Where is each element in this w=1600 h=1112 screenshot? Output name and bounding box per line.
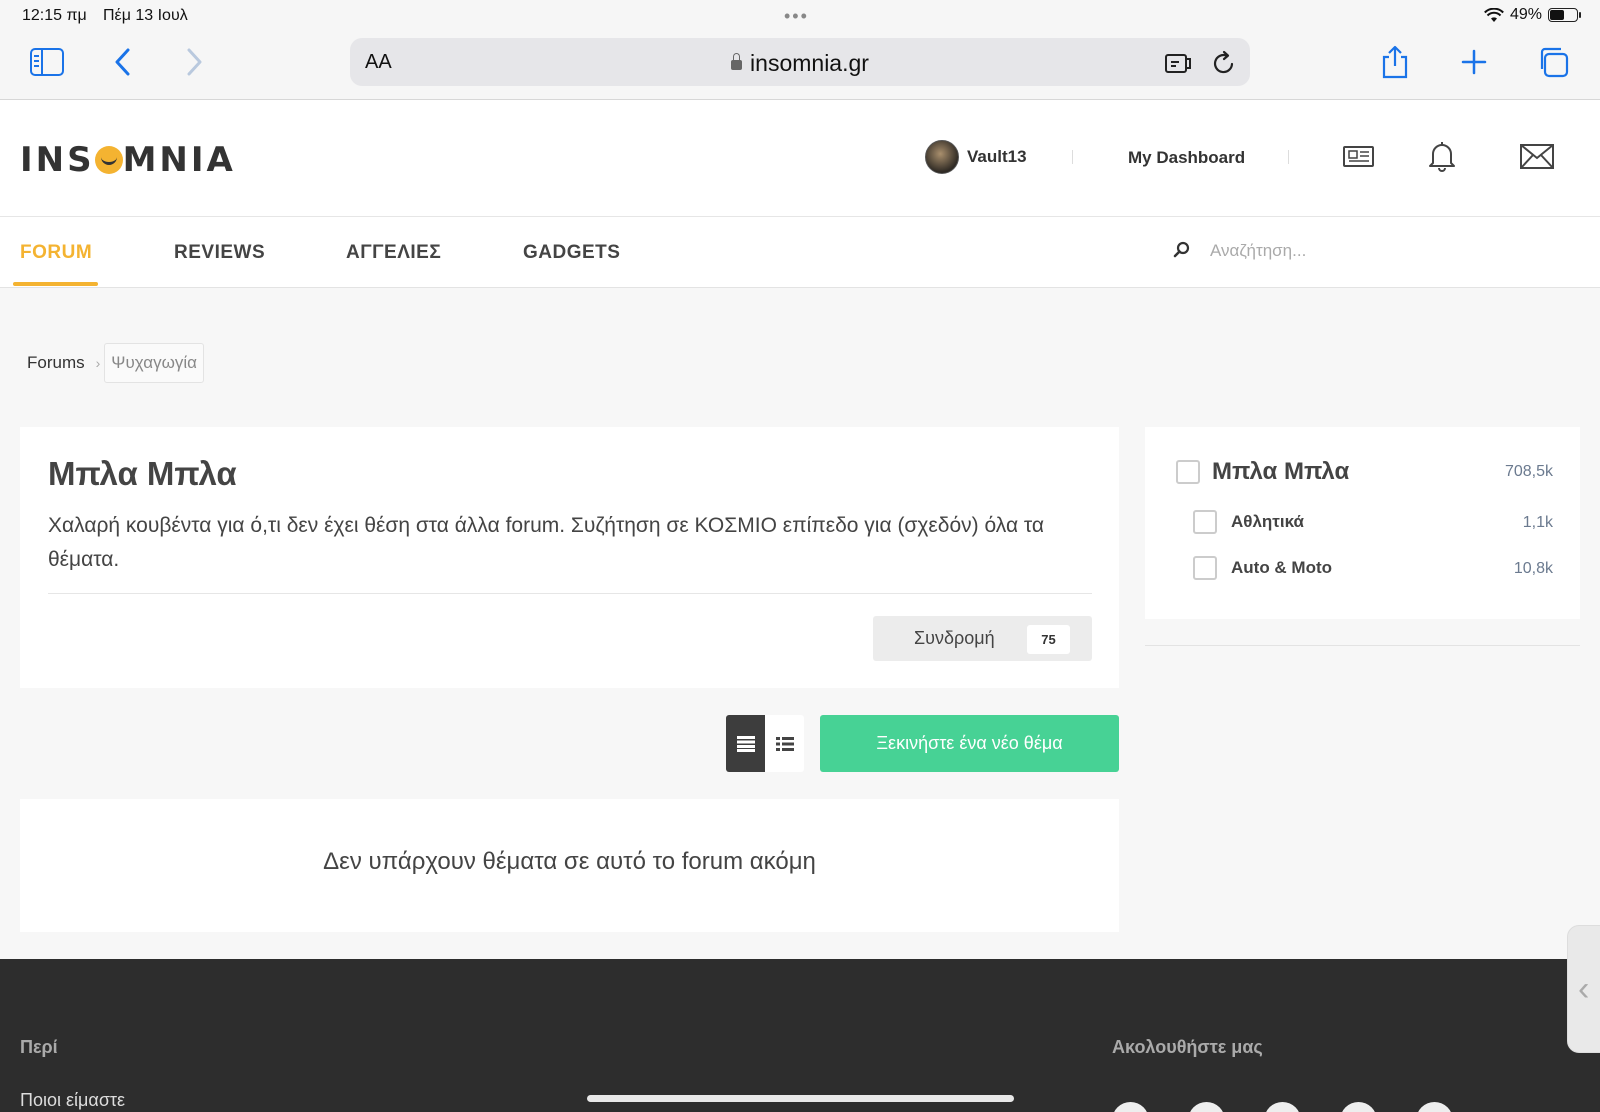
my-dashboard-link[interactable]: My Dashboard — [1128, 148, 1245, 168]
social-links — [1112, 1102, 1453, 1112]
logo-face-icon — [94, 146, 123, 174]
table-view-button[interactable] — [726, 715, 765, 772]
filter-item-label: Μπλα Μπλα — [1212, 458, 1350, 485]
wifi-icon — [1484, 7, 1504, 22]
nav-aggelies[interactable]: ΑΓΓΕΛΙΕΣ — [346, 242, 441, 264]
battery-percent: 49% — [1509, 6, 1542, 23]
nav-forum[interactable]: FORUM — [20, 242, 92, 264]
mail-icon[interactable] — [1519, 138, 1555, 174]
share-icon[interactable] — [1375, 42, 1415, 82]
browser-toolbar: AA insomnia.gr — [0, 32, 1600, 100]
topics-list-card: Δεν υπάρχουν θέματα σε αυτό το forum ακό… — [20, 799, 1119, 932]
filter-item-sports[interactable]: Αθλητικά — [1193, 510, 1304, 534]
empty-state-message: Δεν υπάρχουν θέματα σε αυτό το forum ακό… — [323, 848, 816, 875]
forum-description: Χαλαρή κουβέντα για ό,τι δεν έχει θέση σ… — [48, 514, 1045, 571]
checkbox[interactable] — [1193, 510, 1217, 534]
breadcrumb: Forums › Ψυχαγωγία — [20, 343, 204, 383]
social-icon[interactable] — [1340, 1102, 1377, 1112]
view-toggle — [726, 715, 804, 772]
reload-icon[interactable] — [1212, 50, 1236, 76]
side-panel-handle[interactable]: ‹ — [1567, 925, 1600, 1053]
footer-about-heading: Περί — [20, 1037, 58, 1057]
nav-reviews[interactable]: REVIEWS — [174, 242, 265, 264]
social-icon[interactable] — [1112, 1102, 1149, 1112]
follow-label: Συνδρομή — [914, 628, 995, 648]
site-footer: Περί Ποιοι είμαστε Ακολουθήστε μας — [0, 959, 1600, 1112]
start-new-topic-button[interactable]: Ξεκινήστε ένα νέο θέμα — [820, 715, 1119, 772]
multitasking-dots-icon[interactable]: ••• — [784, 6, 809, 27]
filter-item-count: 1,1k — [1522, 514, 1553, 531]
address-bar[interactable]: AA insomnia.gr — [350, 38, 1250, 86]
site-header: INS MNIA Vault13 My Dashboard — [0, 100, 1600, 217]
filter-item-label: Auto & Moto — [1231, 558, 1333, 577]
status-date: Πέμ 13 Ιουλ — [103, 7, 188, 24]
table-view-icon — [736, 735, 755, 752]
status-right: 49% — [1484, 6, 1581, 24]
insomnia-logo[interactable]: INS MNIA — [20, 140, 236, 180]
list-view-button[interactable] — [765, 715, 804, 772]
search-input[interactable] — [1210, 233, 1570, 269]
sidebar-divider — [1145, 645, 1580, 646]
home-indicator[interactable] — [587, 1095, 1014, 1102]
chevron-right-icon: › — [95, 355, 101, 371]
social-icon[interactable] — [1264, 1102, 1301, 1112]
status-time: 12:15 πμ — [22, 7, 87, 24]
forum-header-card: Μπλα Μπλα Χαλαρή κουβέντα για ό,τι δεν έ… — [20, 427, 1119, 688]
follower-count-badge: 75 — [1027, 625, 1070, 654]
filter-item-main[interactable]: Μπλα Μπλα — [1176, 458, 1349, 486]
sidebar-toggle-icon[interactable] — [27, 42, 67, 82]
logo-text-right: MNIA — [122, 140, 236, 180]
avatar[interactable] — [925, 140, 959, 174]
follow-button[interactable]: Συνδρομή 75 — [873, 616, 1092, 661]
header-divider — [1288, 150, 1289, 164]
social-icon[interactable] — [1416, 1102, 1453, 1112]
active-tab-indicator — [13, 282, 98, 286]
breadcrumb-current[interactable]: Ψυχαγωγία — [104, 343, 204, 383]
page-title: Μπλα Μπλα — [48, 455, 237, 492]
checkbox[interactable] — [1193, 556, 1217, 580]
divider — [48, 593, 1092, 594]
forward-icon[interactable] — [174, 42, 214, 82]
back-icon[interactable] — [103, 42, 143, 82]
filter-item-count: 708,5k — [1504, 463, 1553, 480]
filter-item-auto-moto[interactable]: Auto & Moto — [1193, 556, 1332, 580]
social-icon[interactable] — [1188, 1102, 1225, 1112]
footer-follow-heading: Ακολουθήστε μας — [1112, 1037, 1263, 1057]
extension-icon[interactable] — [1164, 50, 1194, 76]
list-view-icon — [775, 736, 794, 751]
checkbox[interactable] — [1176, 460, 1200, 484]
new-tab-icon[interactable] — [1454, 42, 1494, 82]
chevron-left-icon: ‹ — [1578, 969, 1590, 1008]
url-text: insomnia.gr — [750, 50, 869, 76]
username[interactable]: Vault13 — [967, 147, 1027, 167]
lock-icon — [731, 53, 743, 70]
status-bar: 12:15 πμ Πέμ 13 Ιουλ ••• 49% — [0, 0, 1600, 32]
logo-text-left: INS — [20, 140, 95, 180]
filter-item-count: 10,8k — [1513, 560, 1553, 577]
filter-item-label: Αθλητικά — [1231, 512, 1304, 531]
bell-icon[interactable] — [1424, 138, 1460, 174]
footer-about-link[interactable]: Ποιοι είμαστε — [20, 1090, 125, 1111]
nav-gadgets[interactable]: GADGETS — [523, 242, 620, 264]
url-display[interactable]: insomnia.gr — [350, 50, 1250, 77]
battery-icon — [1548, 8, 1581, 22]
header-divider — [1072, 150, 1073, 164]
search-icon[interactable] — [1173, 241, 1191, 259]
news-icon[interactable] — [1341, 138, 1377, 174]
tabs-overview-icon[interactable] — [1533, 42, 1573, 82]
user-menu[interactable]: Vault13 — [925, 140, 1027, 174]
subforum-filter-card: Μπλα Μπλα 708,5k Αθλητικά 1,1k Auto & Mo… — [1145, 427, 1580, 619]
main-nav: FORUM REVIEWS ΑΓΓΕΛΙΕΣ GADGETS — [0, 217, 1600, 288]
breadcrumb-forums[interactable]: Forums — [20, 344, 92, 382]
